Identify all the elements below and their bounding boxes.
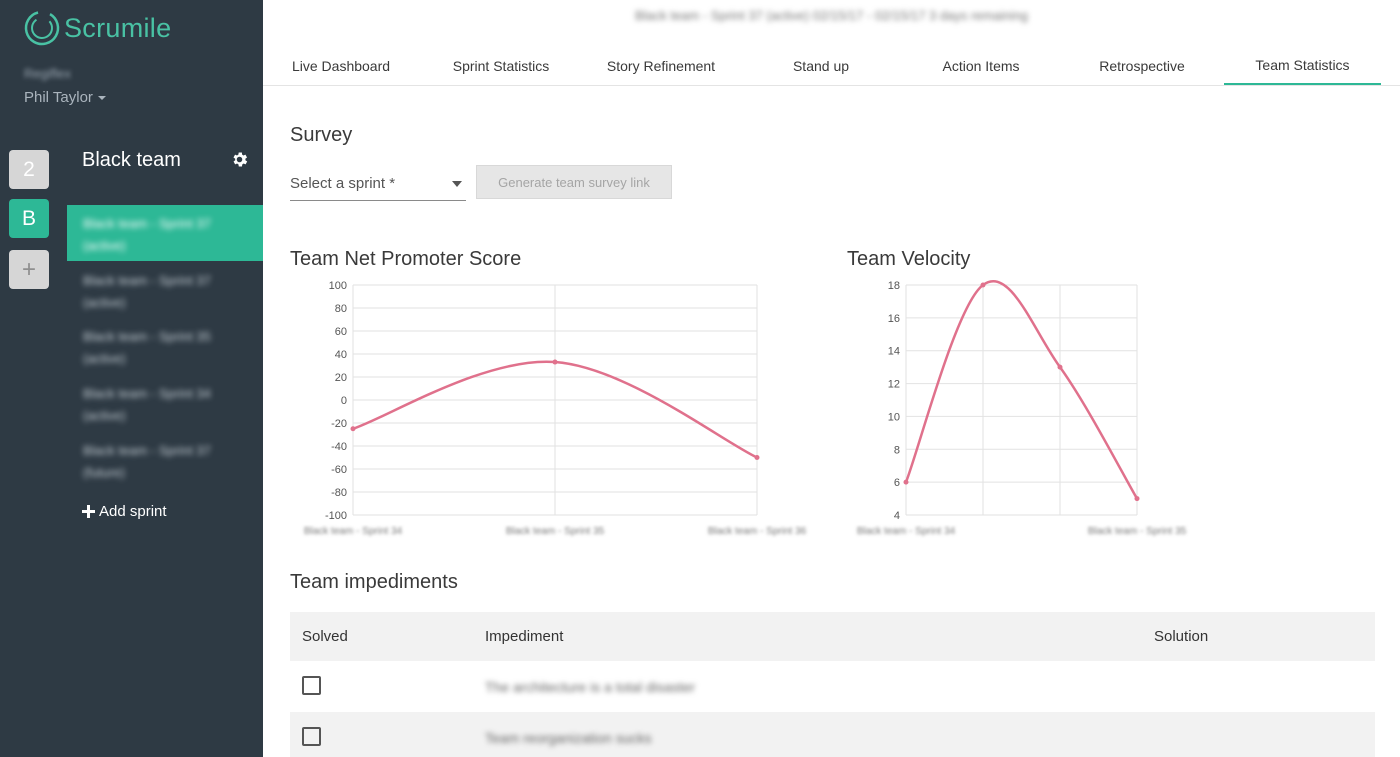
data-point[interactable] (903, 479, 909, 485)
nps-chart-title: Team Net Promoter Score (290, 248, 522, 270)
app-logo[interactable]: Scrumile (22, 8, 171, 48)
data-point[interactable] (980, 282, 986, 288)
tab-live-dashboard[interactable]: Live Dashboard (266, 47, 416, 85)
data-point[interactable] (1057, 364, 1063, 370)
y-tick-label: 40 (335, 349, 347, 361)
gear-icon[interactable] (230, 150, 249, 169)
velocity-chart: 18 16 14 12 10 8 6 4 Black team - Sprint 34 Black… (857, 280, 1187, 537)
tab-story-refinement[interactable]: Story Refinement (586, 47, 736, 85)
sprint-select-placeholder: Select a sprint * (290, 175, 396, 192)
y-tick-label: 0 (341, 395, 347, 407)
add-team-button[interactable]: + (9, 250, 49, 289)
sprint-item-label: Black team - Sprint 34 (active) (83, 386, 211, 423)
solution-text[interactable] (1142, 712, 1375, 757)
scrumile-logo-icon (24, 10, 60, 46)
user-menu[interactable]: Phil Taylor (24, 89, 107, 106)
y-tick-label: 100 (329, 280, 347, 292)
y-tick-label: 4 (894, 510, 900, 522)
plus-icon (82, 505, 95, 518)
add-sprint-label: Add sprint (99, 503, 167, 520)
sprint-item-label: Black team - Sprint 37 (active) (83, 273, 211, 310)
sprint-select[interactable]: Select a sprint * (290, 167, 466, 201)
tab-sprint-statistics[interactable]: Sprint Statistics (426, 47, 576, 85)
y-tick-label: 6 (894, 477, 900, 489)
add-sprint-button[interactable]: Add sprint (82, 503, 167, 520)
sprint-item-label: Black team - Sprint 37 (future) (83, 443, 211, 480)
velocity-chart-title: Team Velocity (847, 248, 971, 270)
impediments-title: Team impediments (290, 571, 458, 593)
survey-title: Survey (290, 124, 353, 146)
series-line (904, 280, 1139, 500)
x-tick-label: Black team - Sprint 36 (708, 526, 807, 537)
caret-down-icon (97, 95, 106, 100)
y-tick-label: -40 (331, 441, 347, 453)
impediment-text: The architecture is a total disaster (485, 678, 696, 695)
impediment-text: Team reorganization sucks (485, 729, 652, 746)
impediments-table: Solved Impediment Solution The architect… (290, 612, 1375, 757)
solution-text[interactable] (1142, 661, 1375, 712)
y-tick-label: 10 (888, 411, 900, 423)
column-header-solved: Solved (290, 612, 473, 661)
column-header-solution: Solution (1142, 612, 1375, 661)
y-tick-label: -20 (331, 418, 347, 430)
sprint-item-label: Black team - Sprint 35 (active) (83, 329, 211, 366)
team-switch-button-b[interactable]: B (9, 199, 49, 238)
table-row: The architecture is a total disaster (290, 661, 1375, 712)
generate-survey-link-button[interactable]: Generate team survey link (476, 165, 672, 199)
x-tick-label: Black team - Sprint 34 (857, 526, 956, 537)
y-tick-label: -60 (331, 464, 347, 476)
y-tick-label: 60 (335, 326, 347, 338)
x-tick-label: Black team - Sprint 35 (506, 526, 605, 537)
y-tick-label: 18 (888, 280, 900, 292)
y-tick-label: 16 (888, 313, 900, 325)
y-tick-label: -80 (331, 487, 347, 499)
y-tick-label: 14 (888, 346, 900, 358)
team-rail: 2 B + (0, 0, 72, 757)
sprint-item[interactable]: Black team - Sprint 37 (active) (67, 205, 263, 261)
tab-retrospective[interactable]: Retrospective (1066, 47, 1218, 85)
user-org: Regiflex (24, 66, 71, 81)
app-name: Scrumile (64, 12, 172, 43)
team-name: Black team (82, 149, 181, 171)
data-point[interactable] (350, 426, 356, 432)
x-tick-label: Black team - Sprint 35 (1088, 526, 1187, 537)
y-tick-label: 12 (888, 379, 900, 391)
sprint-item[interactable]: Black team - Sprint 37 (future) (67, 432, 263, 488)
y-tick-label: 8 (894, 444, 900, 456)
sprint-item[interactable]: Black team - Sprint 37 (active) (67, 262, 263, 318)
sprint-info: Black team - Sprint 37 (active) 02/15/17… (634, 8, 1029, 23)
top-bar: Black team - Sprint 37 (active) 02/15/17… (263, 0, 1400, 86)
tab-stand-up[interactable]: Stand up (746, 47, 896, 85)
data-point[interactable] (754, 455, 760, 460)
x-tick-label: Black team - Sprint 34 (304, 526, 403, 537)
chevron-down-icon (452, 180, 462, 187)
y-tick-label: 80 (335, 303, 347, 315)
data-point[interactable] (552, 359, 558, 365)
data-point[interactable] (1134, 496, 1140, 502)
tab-team-statistics[interactable]: Team Statistics (1224, 47, 1381, 85)
solved-checkbox[interactable] (302, 675, 321, 695)
nps-chart: 100 80 60 40 20 0 -20 -40 -60 -80 -100 Black team -… (304, 280, 807, 537)
sprint-item-label: Black team - Sprint 37 (active) (83, 216, 211, 253)
user-name: Phil Taylor (24, 89, 93, 106)
team-switch-button-2[interactable]: 2 (9, 150, 49, 189)
main-content: Survey Select a sprint * Generate team s… (263, 87, 1400, 757)
table-header-row: Solved Impediment Solution (290, 612, 1375, 661)
table-row: Team reorganization sucks (290, 712, 1375, 757)
y-tick-label: 20 (335, 372, 347, 384)
solved-checkbox[interactable] (302, 726, 321, 746)
sprint-item[interactable]: Black team - Sprint 34 (active) (67, 375, 263, 431)
column-header-impediment: Impediment (473, 612, 1142, 661)
sprint-item[interactable]: Black team - Sprint 35 (active) (67, 318, 263, 374)
tab-action-items[interactable]: Action Items (906, 47, 1056, 85)
y-tick-label: -100 (325, 510, 347, 522)
